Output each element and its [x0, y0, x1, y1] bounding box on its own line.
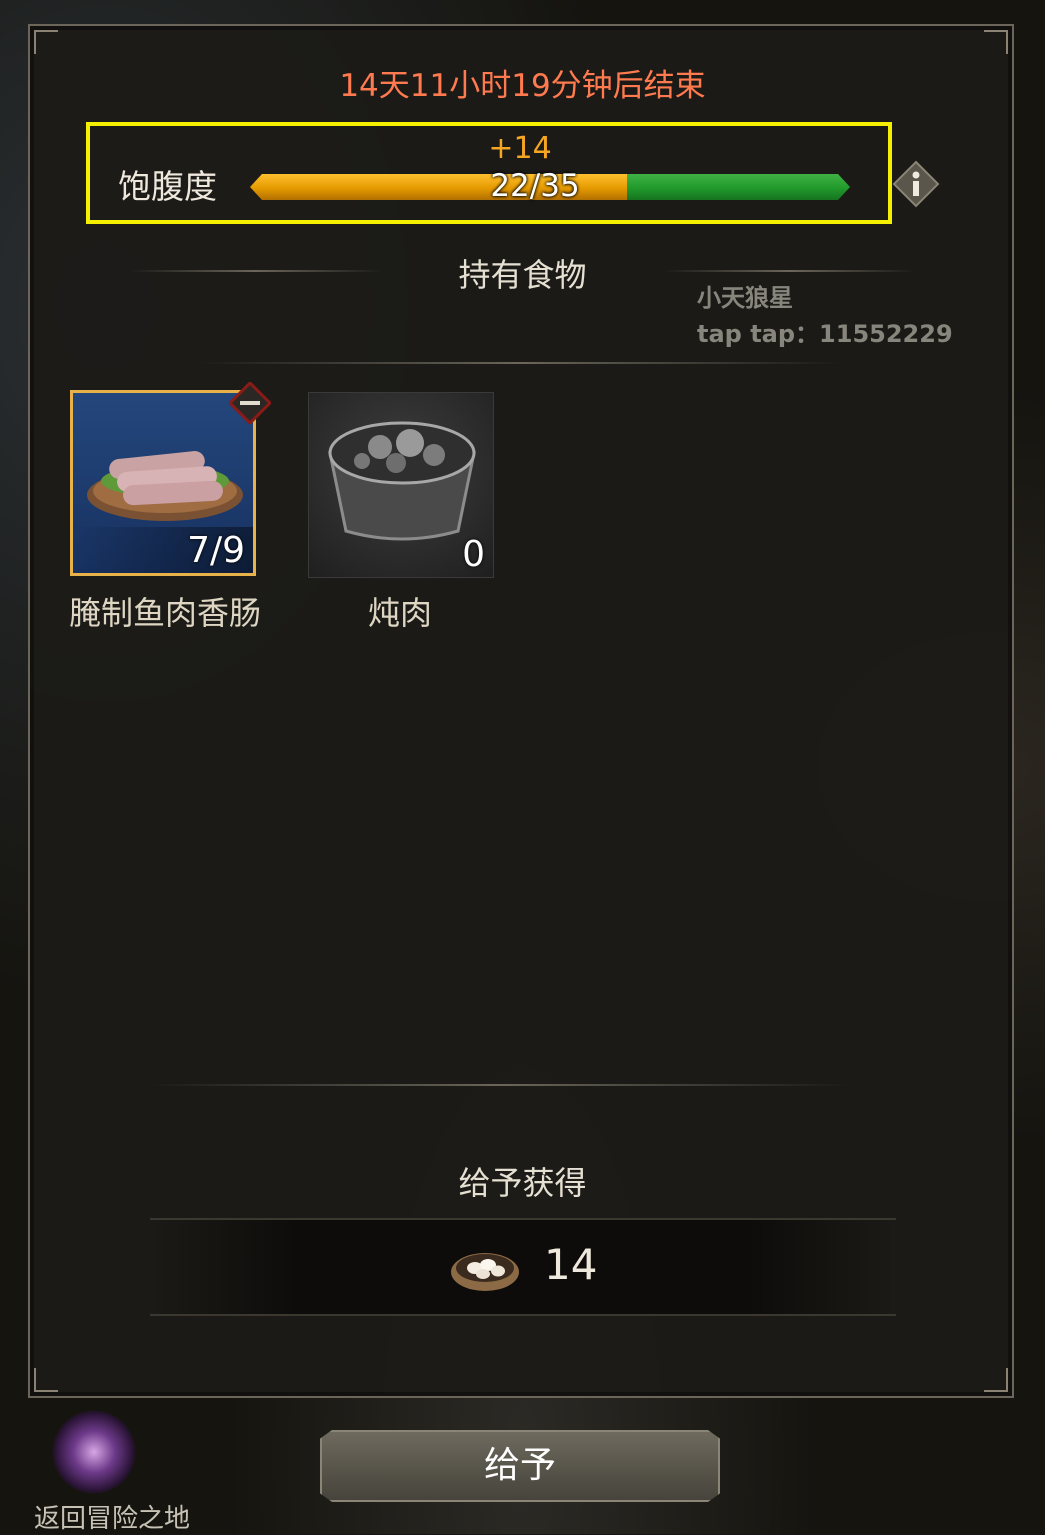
header-divider [200, 362, 840, 364]
info-icon[interactable] [892, 160, 940, 208]
watermark: 小天狼星 tap tap：11552229 [697, 280, 953, 352]
reward-value: 14 [544, 1240, 598, 1289]
sausage-plate-icon [87, 451, 243, 521]
satiety-gain: +14 [488, 131, 552, 166]
footer-divider [150, 1084, 850, 1086]
satiety-label: 饱腹度 [118, 167, 217, 206]
food-name: 腌制鱼肉香肠 [68, 594, 261, 632]
remove-icon[interactable] [229, 382, 271, 424]
panel-corner [34, 30, 58, 54]
return-adventure-label[interactable]: 返回冒险之地 [34, 1498, 190, 1535]
stew-bowl-icon [328, 421, 476, 541]
reward-strip [150, 1218, 896, 1316]
watermark-id: tap tap：11552229 [697, 320, 953, 348]
panel-corner [984, 1368, 1008, 1392]
food-slot-stew[interactable]: 0 [308, 392, 494, 578]
satiety-value: 22/35 [490, 168, 580, 204]
section-divider-right [664, 270, 916, 272]
portal-icon[interactable] [52, 1410, 136, 1494]
food-count: 7/9 [187, 530, 245, 571]
watermark-name: 小天狼星 [697, 284, 793, 312]
panel-corner [984, 30, 1008, 54]
event-countdown: 14天11小时19分钟后结束 [339, 68, 706, 104]
food-name: 炖肉 [367, 594, 432, 632]
panel-corner [34, 1368, 58, 1392]
reward-title: 给予获得 [458, 1164, 587, 1202]
food-count: 0 [462, 534, 485, 575]
give-button[interactable]: 给予 [320, 1430, 720, 1502]
egg-bowl-icon [451, 1253, 519, 1291]
